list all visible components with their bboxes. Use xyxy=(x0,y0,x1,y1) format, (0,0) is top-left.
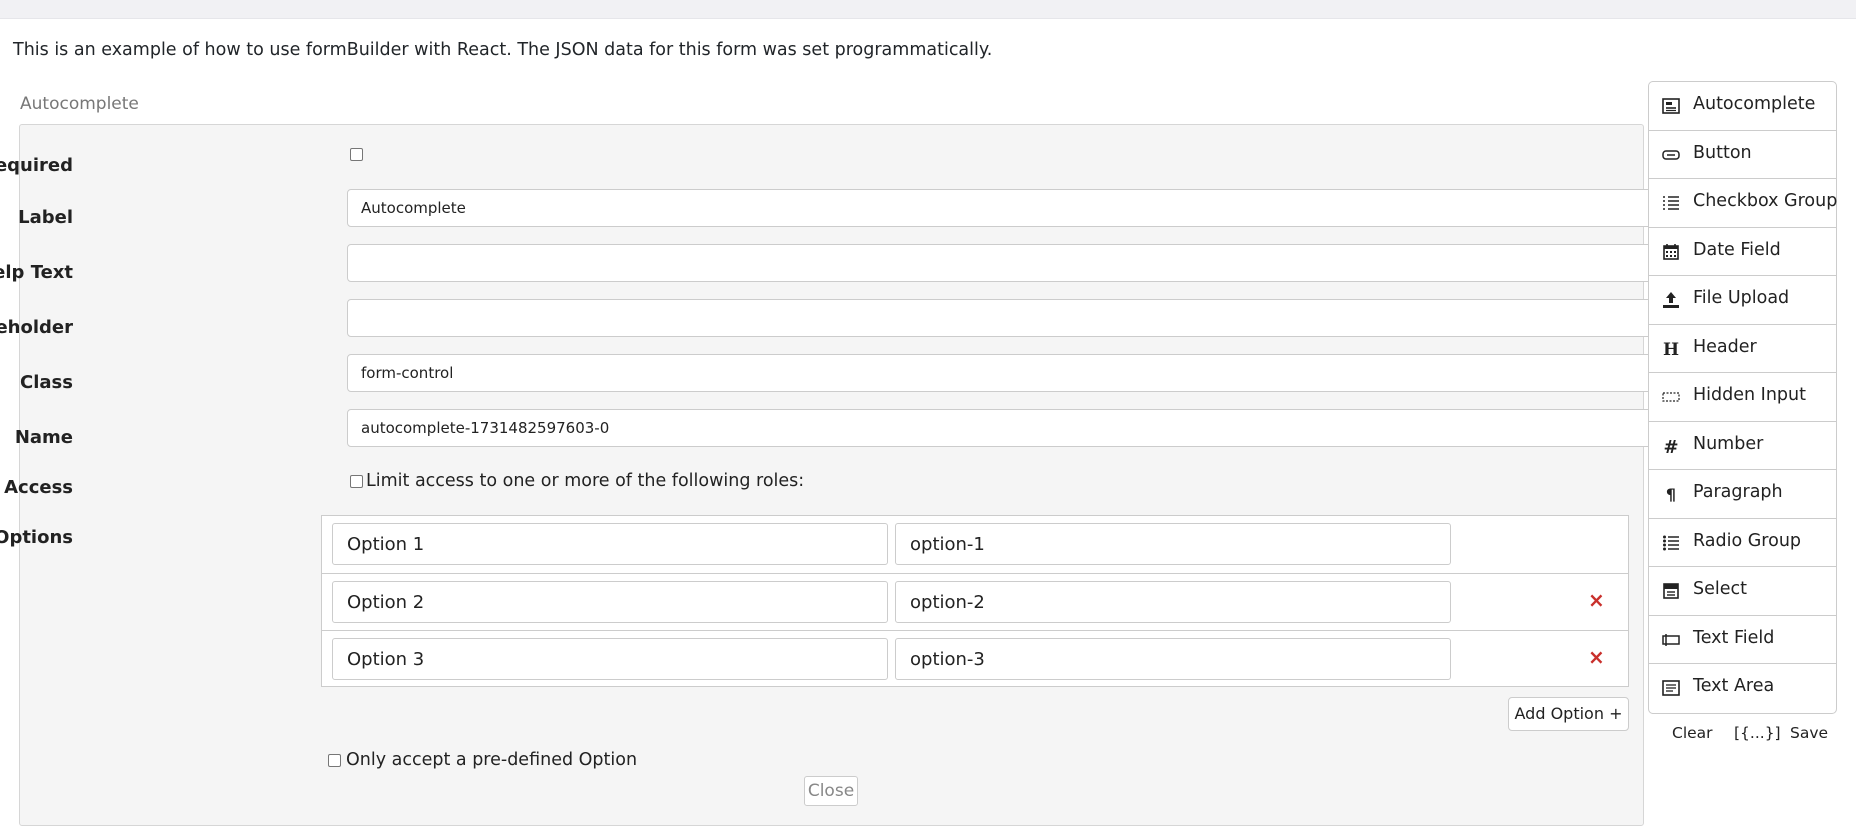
control-label: Text Area xyxy=(1693,676,1775,696)
control-label: Header xyxy=(1693,336,1757,357)
top-bar xyxy=(0,0,1856,19)
radio-group-icon xyxy=(1661,533,1681,553)
predefined-option-checkbox[interactable] xyxy=(328,754,341,767)
control-header[interactable]: H Header xyxy=(1649,325,1836,373)
remove-option-icon[interactable]: × xyxy=(1588,588,1605,612)
control-autocomplete[interactable]: Autocomplete xyxy=(1649,82,1836,131)
options-label: Options xyxy=(0,527,73,548)
access-checkbox[interactable] xyxy=(350,475,363,488)
control-label: Checkbox Group xyxy=(1693,191,1838,211)
add-option-button[interactable]: Add Option + xyxy=(1508,697,1629,731)
help-text-input[interactable] xyxy=(347,244,1653,282)
svg-text:#: # xyxy=(1663,437,1678,456)
control-label: Autocomplete xyxy=(1693,94,1816,114)
save-button[interactable]: Save xyxy=(1790,724,1828,742)
control-label: Hidden Input xyxy=(1693,385,1806,405)
calendar-icon xyxy=(1661,242,1681,262)
number-icon: # xyxy=(1661,436,1681,456)
text-area-icon xyxy=(1661,678,1681,698)
paragraph-icon: ¶ xyxy=(1661,484,1681,504)
options-list: × × xyxy=(321,515,1629,687)
option-value-input[interactable] xyxy=(895,581,1451,623)
hidden-input-icon xyxy=(1661,387,1681,407)
placeholder-label: Placeholder xyxy=(0,317,73,338)
get-data-button[interactable]: [{...}] xyxy=(1734,724,1781,742)
controls-panel: Autocomplete Button Checkbox Group Date … xyxy=(1648,81,1837,714)
svg-text:¶: ¶ xyxy=(1666,485,1676,504)
help-text-label: Help Text xyxy=(0,262,73,283)
checkbox-group-icon xyxy=(1661,193,1681,213)
access-label: Access xyxy=(4,477,73,498)
control-text-area[interactable]: Text Area xyxy=(1649,664,1836,713)
name-label: Name xyxy=(14,427,73,448)
option-row xyxy=(322,516,1628,573)
control-checkbox-group[interactable]: Checkbox Group xyxy=(1649,179,1838,228)
control-number[interactable]: # Number xyxy=(1649,422,1836,470)
control-text-field[interactable]: Text Field xyxy=(1649,616,1836,664)
class-label: Class xyxy=(20,372,73,393)
svg-text:H: H xyxy=(1663,340,1679,359)
option-label-input[interactable] xyxy=(332,638,888,680)
option-row: × xyxy=(322,573,1628,631)
field-title[interactable]: Autocomplete xyxy=(20,94,139,114)
form-actions: Clear [{...}] Save xyxy=(1648,724,1837,748)
upload-icon xyxy=(1661,290,1681,310)
control-label: Date Field xyxy=(1693,239,1781,260)
control-label: Text Field xyxy=(1693,627,1775,648)
remove-option-icon[interactable]: × xyxy=(1588,645,1605,669)
control-radio-group[interactable]: Radio Group xyxy=(1649,519,1836,567)
text-field-icon xyxy=(1661,630,1681,650)
intro-text: This is an example of how to use formBui… xyxy=(13,40,993,60)
name-input[interactable] xyxy=(347,409,1653,447)
control-label: File Upload xyxy=(1693,288,1790,308)
access-text: Limit access to one or more of the follo… xyxy=(366,471,805,491)
required-checkbox[interactable] xyxy=(350,148,363,161)
select-icon xyxy=(1661,581,1681,601)
control-label: Radio Group xyxy=(1693,530,1802,551)
control-date-field[interactable]: Date Field xyxy=(1649,228,1836,276)
predefined-option-text: Only accept a pre-defined Option xyxy=(346,750,638,770)
control-paragraph[interactable]: ¶ Paragraph xyxy=(1649,470,1836,519)
field-edit-panel: Required Label Help Text Placeholder Cla… xyxy=(0,124,1653,826)
option-value-input[interactable] xyxy=(895,638,1451,680)
button-icon xyxy=(1661,145,1681,165)
control-label: Number xyxy=(1693,433,1764,454)
option-value-input[interactable] xyxy=(895,523,1451,565)
control-hidden-input[interactable]: Hidden Input xyxy=(1649,373,1836,422)
class-input[interactable] xyxy=(347,354,1653,392)
option-label-input[interactable] xyxy=(332,581,888,623)
placeholder-input[interactable] xyxy=(347,299,1653,337)
control-label: Paragraph xyxy=(1693,482,1783,502)
option-label-input[interactable] xyxy=(332,523,888,565)
header-icon: H xyxy=(1661,339,1681,359)
control-label: Button xyxy=(1693,142,1752,163)
option-row: × xyxy=(322,630,1628,688)
autocomplete-icon xyxy=(1661,96,1681,116)
control-label: Select xyxy=(1693,579,1747,599)
control-select[interactable]: Select xyxy=(1649,567,1836,616)
close-button[interactable]: Close xyxy=(804,776,858,806)
label-input[interactable] xyxy=(347,189,1653,227)
label-label: Label xyxy=(18,207,73,228)
clear-button[interactable]: Clear xyxy=(1672,724,1713,742)
control-file-upload[interactable]: File Upload xyxy=(1649,276,1836,325)
required-label: Required xyxy=(0,155,73,176)
control-button[interactable]: Button xyxy=(1649,131,1836,179)
